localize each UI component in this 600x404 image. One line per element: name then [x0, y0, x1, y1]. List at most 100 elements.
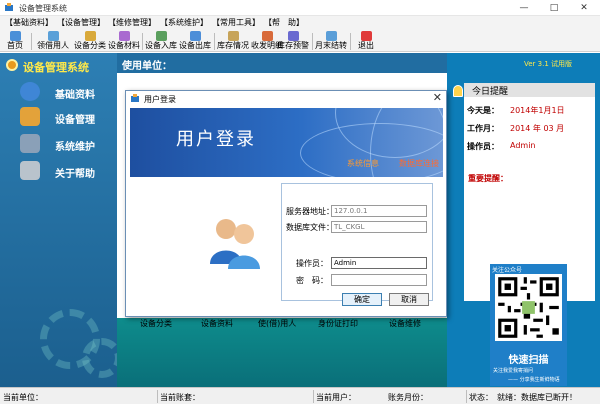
menu-repair-management[interactable]: 【维修管理】 — [108, 17, 156, 28]
title-bar: 设备管理系统 — □ ✕ — [0, 0, 600, 16]
server-label: 服务器地址： — [286, 207, 334, 216]
password-field[interactable] — [331, 274, 427, 286]
stock-alert-button[interactable]: 库存预警 — [276, 30, 310, 52]
function-borrower[interactable]: 使(借)用人 — [258, 318, 296, 329]
stock-out-button[interactable]: 设备出库 — [178, 30, 212, 52]
status-user: 当前用户： — [316, 393, 356, 402]
ok-button[interactable]: 确定 — [342, 293, 382, 306]
stock-out-icon — [189, 31, 201, 41]
category-button[interactable]: 设备分类 — [73, 30, 107, 52]
home-button[interactable]: 首页 — [4, 30, 26, 52]
app-icon — [5, 3, 13, 11]
main-header: 使用单位： — [117, 53, 447, 73]
help-icon — [20, 161, 40, 180]
sidebar-item-system[interactable]: 系统维护 — [0, 132, 117, 156]
database-connection-link[interactable]: 数据库连接 — [399, 158, 439, 169]
reminder-title: 今日提醒 — [472, 87, 509, 97]
qr-code-icon — [495, 274, 562, 341]
operator-value: Admin — [510, 141, 536, 150]
status-divider — [313, 390, 314, 403]
banner-title: 用户登录 — [176, 129, 256, 150]
operator-field[interactable]: Admin — [331, 257, 427, 269]
sidebar-item-basic-data[interactable]: 基础资料 — [0, 80, 117, 104]
exit-button[interactable]: 退出 — [354, 30, 378, 52]
login-dialog: 用户登录 ✕ 用户登录 系统信息 数据库连接 服务器地址： 127.0.0.1 … — [125, 90, 447, 317]
window-title: 设备管理系统 — [19, 4, 67, 13]
system-info-link[interactable]: 系统信息 — [347, 158, 379, 169]
toolbar: 首页 领借用人 设备分类 设备材料 设备入库 设备出库 库存情况 收发明细 库存… — [0, 30, 600, 52]
inventory-button[interactable]: 库存情况 — [216, 30, 250, 52]
material-button[interactable]: 设备材料 — [107, 30, 141, 52]
dialog-body: 服务器地址： 127.0.0.1 数据库文件： TL_CKGL 操作员： Adm… — [130, 177, 443, 314]
stock-in-icon — [155, 31, 167, 41]
version-label: Ver 3.1 试用版 — [523, 60, 572, 68]
status-month: 账务月份： — [388, 393, 428, 402]
status-unit: 当前单位： — [3, 393, 43, 402]
stock-in-button[interactable]: 设备入库 — [144, 30, 178, 52]
today-value: 2014年1月1日 — [510, 106, 565, 115]
warning-label: 重要提醒： — [468, 174, 508, 183]
qr-card[interactable]: 关注公众号 快速扫描 关注我爱我寄捎问 —— 分享我生新鲜物语 — [490, 264, 567, 386]
status-divider — [466, 390, 467, 403]
menu-equipment-management[interactable]: 【设备管理】 — [57, 17, 105, 28]
lightbulb-icon — [453, 85, 463, 97]
menu-help[interactable]: 【帮 助】 — [264, 17, 304, 28]
toolbar-divider — [142, 33, 143, 50]
gear-icon — [6, 59, 18, 71]
app-icon — [131, 94, 139, 102]
toolbar-divider — [31, 33, 32, 50]
dialog-title: 用户登录 — [144, 95, 176, 104]
toolbar-divider — [214, 33, 215, 50]
maximize-button[interactable]: □ — [540, 0, 568, 16]
function-id-print[interactable]: 身份证打印 — [318, 318, 358, 329]
database-label: 数据库文件： — [286, 223, 334, 232]
menu-common-tools[interactable]: 【常用工具】 — [212, 17, 260, 28]
menu-basic-data[interactable]: 【基础资料】 — [5, 17, 53, 28]
calendar-icon — [325, 31, 337, 41]
borrower-icon — [47, 31, 59, 41]
cancel-button[interactable]: 取消 — [389, 293, 429, 306]
database-file-field[interactable]: TL_CKGL — [331, 221, 427, 233]
login-fields: 服务器地址： 127.0.0.1 数据库文件： TL_CKGL 操作员： Adm… — [281, 183, 433, 306]
qr-scan-label: 快速扫描 — [508, 355, 549, 366]
work-month-value: 2014 年 03 月 — [510, 124, 565, 133]
today-label: 今天是： — [467, 106, 499, 115]
inventory-icon — [227, 31, 239, 41]
dialog-close-button[interactable]: ✕ — [433, 91, 442, 104]
login-banner: 用户登录 系统信息 数据库连接 — [130, 108, 443, 177]
home-icon — [9, 31, 21, 41]
function-equipment-data[interactable]: 设备资料 — [201, 318, 233, 329]
users-icon — [210, 219, 260, 269]
sidebar-item-equipment[interactable]: 设备管理 — [0, 105, 117, 129]
qr-caption: 关注公众号 — [492, 267, 523, 274]
box-icon — [20, 107, 40, 126]
minimize-button[interactable]: — — [510, 0, 538, 16]
borrower-button[interactable]: 领借用人 — [35, 30, 71, 52]
operator-label: 操作员： — [296, 259, 328, 268]
status-value: 就绪：数据库已断开！ — [497, 393, 577, 402]
month-end-button[interactable]: 月末结转 — [314, 30, 348, 52]
sidebar: 设备管理系统 基础资料 设备管理 系统维护 关于帮助 — [0, 53, 117, 387]
globe-icon — [20, 82, 40, 101]
cube-icon — [20, 134, 40, 153]
function-repair[interactable]: 设备维修 — [389, 318, 421, 329]
server-address-field[interactable]: 127.0.0.1 — [331, 205, 427, 217]
password-label: 密 码： — [296, 276, 328, 285]
status-label: 状态： — [469, 393, 493, 402]
qr-subtitle-2: —— 分享我生新鲜物语 — [508, 377, 560, 383]
exit-icon — [360, 31, 372, 41]
sidebar-item-help[interactable]: 关于帮助 — [0, 159, 117, 183]
close-button[interactable]: ✕ — [570, 0, 598, 16]
dialog-title-bar: 用户登录 ✕ — [126, 91, 446, 108]
toolbar-divider — [312, 33, 313, 50]
transaction-icon — [261, 31, 273, 41]
qr-subtitle: 关注我爱我寄捎问 — [493, 368, 534, 374]
status-bar: 当前单位： 当前账套： 当前用户： 账务月份： 状态： 就绪：数据库已断开！ — [0, 387, 600, 404]
unit-label: 使用单位： — [122, 61, 172, 72]
function-category[interactable]: 设备分类 — [140, 318, 172, 329]
status-divider — [157, 390, 158, 403]
menu-system-maintenance[interactable]: 【系统维护】 — [160, 17, 208, 28]
material-icon — [118, 31, 130, 41]
toolbar-divider — [350, 33, 351, 50]
work-month-label: 工作月： — [467, 124, 499, 133]
